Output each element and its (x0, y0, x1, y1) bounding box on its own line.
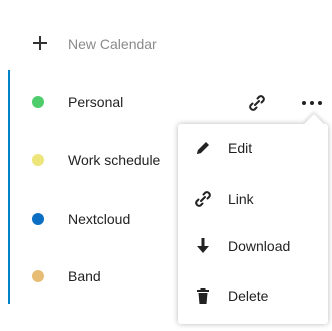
calendar-sidebar: New Calendar Personal Work schedule Next… (0, 0, 332, 331)
trash-icon (197, 288, 209, 304)
menu-item-label: Edit (228, 140, 253, 156)
link-icon[interactable] (246, 92, 268, 114)
calendar-name: Nextcloud (68, 211, 131, 227)
menu-item-delete[interactable]: Delete (178, 274, 328, 320)
menu-item-edit[interactable]: Edit (178, 126, 328, 172)
menu-item-label: Download (228, 238, 291, 254)
menu-item-label: Delete (228, 288, 269, 304)
calendar-name: Personal (68, 94, 124, 110)
calendar-item-personal[interactable]: Personal (10, 82, 332, 122)
new-calendar-button[interactable]: New Calendar (0, 26, 332, 62)
plus-icon (33, 36, 47, 50)
calendar-color-dot[interactable] (32, 213, 44, 225)
calendar-color-dot[interactable] (32, 96, 44, 108)
new-calendar-label: New Calendar (68, 36, 157, 52)
calendar-color-dot[interactable] (32, 270, 44, 282)
menu-item-download[interactable]: Download (178, 224, 328, 270)
calendar-actions-menu: Edit Link Download Delete (178, 114, 328, 324)
download-icon (197, 238, 209, 253)
menu-item-link[interactable]: Link (178, 177, 328, 223)
link-icon (195, 191, 211, 207)
calendar-name: Band (68, 268, 101, 284)
more-icon[interactable] (298, 92, 326, 114)
calendar-color-dot[interactable] (32, 154, 44, 166)
menu-item-label: Link (228, 191, 254, 207)
pencil-icon (197, 142, 209, 154)
calendar-name: Work schedule (68, 152, 161, 168)
